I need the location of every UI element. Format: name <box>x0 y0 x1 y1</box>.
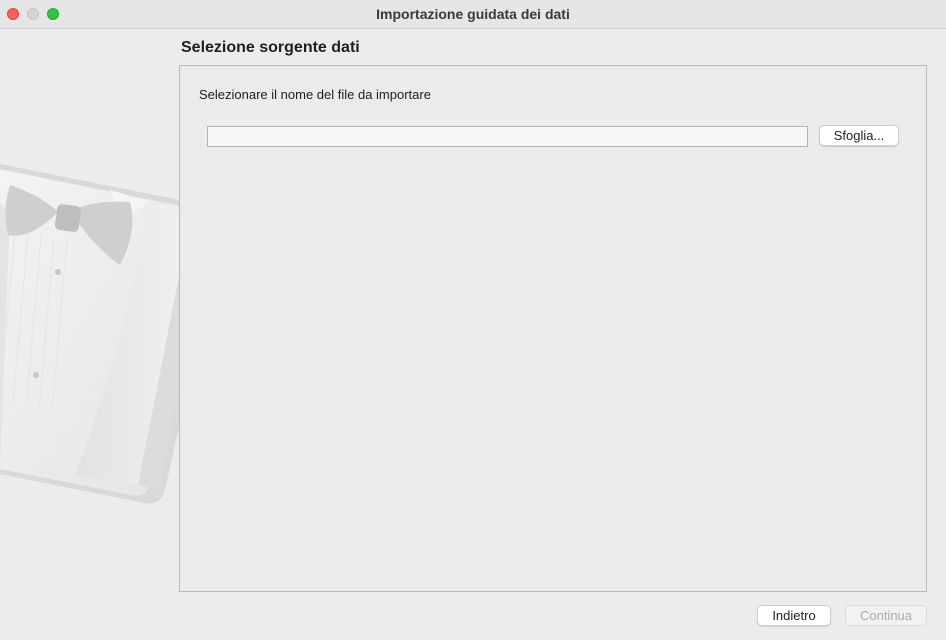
continue-button[interactable]: Continua <box>845 605 927 626</box>
file-prompt-label: Selezionare il nome del file da importar… <box>199 87 431 102</box>
browse-button[interactable]: Sfoglia... <box>819 125 899 146</box>
file-path-input[interactable] <box>207 126 808 147</box>
back-button[interactable]: Indietro <box>757 605 831 626</box>
title-bar[interactable]: Importazione guidata dei dati <box>0 0 946 29</box>
content-panel: Selezionare il nome del file da importar… <box>179 65 927 592</box>
import-wizard-window: Importazione guidata dei dati Selezione … <box>0 0 946 640</box>
step-title: Selezione sorgente dati <box>181 39 360 56</box>
window-title: Importazione guidata dei dati <box>376 6 570 22</box>
